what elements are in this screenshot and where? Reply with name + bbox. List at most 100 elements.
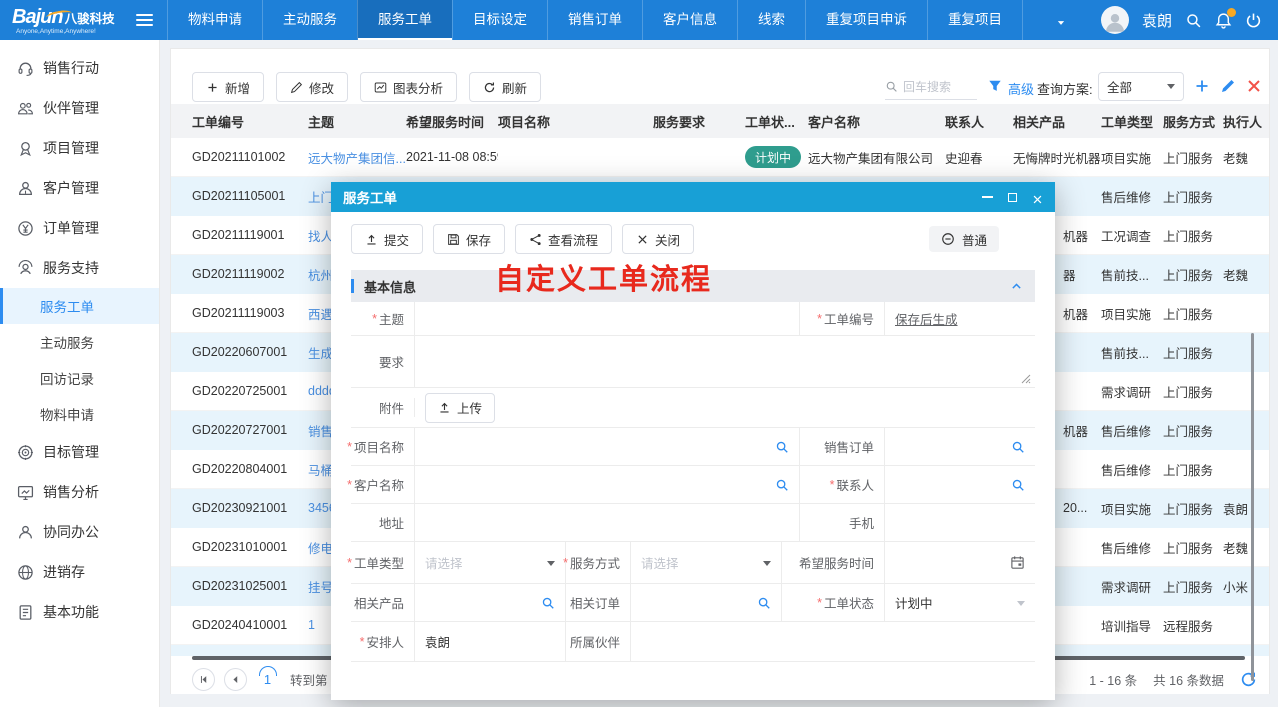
column-header[interactable]: 相关产品 bbox=[1013, 112, 1101, 131]
query-plan-select[interactable]: 全部 bbox=[1098, 72, 1184, 101]
record-range: 1 - 16 条 bbox=[1089, 670, 1137, 689]
order-status-select[interactable]: 计划中 bbox=[885, 584, 1035, 621]
topbar-menu-item[interactable]: 客户信息 bbox=[642, 0, 737, 40]
basic-info-form: *主题 *工单编号 保存后生成 要求 附件 上传 *项目名称 bbox=[351, 302, 1035, 662]
topbar-menu-item[interactable]: 重复项目 bbox=[927, 0, 1023, 40]
add-button[interactable]: 新增 bbox=[192, 72, 264, 102]
mobile-input[interactable] bbox=[885, 504, 1035, 541]
sidebar-item[interactable]: 订单管理 bbox=[0, 208, 159, 248]
calendar-icon[interactable] bbox=[1010, 555, 1025, 570]
column-header[interactable]: 主题 bbox=[308, 112, 406, 131]
first-page-button[interactable] bbox=[192, 668, 215, 691]
topbar-menu-item[interactable]: 物料申请 bbox=[167, 0, 262, 40]
chart-analysis-button[interactable]: 图表分析 bbox=[360, 72, 457, 102]
subject-link[interactable]: 远大物产集团信... bbox=[308, 152, 406, 166]
sidebar-item[interactable]: 协同办公 bbox=[0, 512, 159, 552]
refresh-list-icon[interactable] bbox=[1240, 671, 1257, 688]
column-header[interactable]: 项目名称 bbox=[498, 112, 653, 131]
chevron-down-icon[interactable] bbox=[1056, 15, 1066, 25]
current-page[interactable]: 1 bbox=[256, 668, 279, 691]
prev-page-button[interactable] bbox=[224, 668, 247, 691]
filter-funnel-icon[interactable] bbox=[988, 79, 1002, 93]
magnifier-icon[interactable] bbox=[541, 596, 555, 610]
refresh-button[interactable]: 刷新 bbox=[469, 72, 541, 102]
column-header[interactable]: 工单状... bbox=[745, 112, 808, 131]
submit-button[interactable]: 提交 bbox=[351, 224, 423, 254]
sidebar-item[interactable]: 进销存 bbox=[0, 552, 159, 592]
maximize-icon[interactable] bbox=[1008, 193, 1017, 202]
minimize-icon[interactable] bbox=[982, 196, 993, 198]
search-icon[interactable] bbox=[1185, 12, 1202, 29]
project-input[interactable] bbox=[415, 428, 799, 465]
customer-input[interactable] bbox=[415, 466, 799, 503]
sidebar-item[interactable]: 基本功能 bbox=[0, 592, 159, 632]
contact-input[interactable] bbox=[885, 466, 1035, 503]
sidebar-item[interactable]: 目标管理 bbox=[0, 432, 159, 472]
close-icon[interactable] bbox=[1032, 192, 1043, 203]
sidebar-item[interactable]: 回访记录 bbox=[0, 360, 159, 396]
topbar-menu-item[interactable]: 主动服务 bbox=[262, 0, 357, 40]
sidebar-item[interactable]: 主动服务 bbox=[0, 324, 159, 360]
power-logout-icon[interactable] bbox=[1245, 12, 1262, 29]
topbar-menu-item[interactable]: 目标设定 bbox=[452, 0, 547, 40]
sales-order-input[interactable] bbox=[885, 428, 1035, 465]
magnifier-icon[interactable] bbox=[757, 596, 771, 610]
column-header[interactable]: 工单类型 bbox=[1101, 112, 1163, 131]
related-product-input[interactable] bbox=[415, 584, 565, 621]
sidebar-item[interactable]: 服务支持 bbox=[0, 248, 159, 288]
hamburger-menu-icon[interactable] bbox=[136, 14, 153, 26]
column-header[interactable]: 客户名称 bbox=[808, 112, 945, 131]
sidebar-item[interactable]: 物料申请 bbox=[0, 396, 159, 432]
subject-input[interactable] bbox=[415, 302, 799, 335]
topbar-menu-item[interactable]: 服务工单 bbox=[357, 0, 452, 40]
topbar-menu-item[interactable]: 重复项目申诉 bbox=[805, 0, 927, 40]
query-plan-delete-icon[interactable] bbox=[1246, 78, 1262, 94]
column-header[interactable]: 希望服务时间 bbox=[406, 112, 498, 131]
requirement-textarea[interactable] bbox=[415, 336, 1035, 387]
sidebar-item-label: 服务支持 bbox=[43, 258, 99, 278]
search-input[interactable] bbox=[903, 80, 973, 94]
column-header[interactable]: 服务要求 bbox=[653, 112, 745, 131]
service-method-select[interactable]: 请选择 bbox=[631, 542, 781, 583]
avatar[interactable] bbox=[1101, 6, 1129, 34]
column-header[interactable]: 服务方式 bbox=[1163, 112, 1223, 131]
notification-bell-icon[interactable] bbox=[1215, 12, 1232, 29]
partner-input[interactable] bbox=[631, 622, 1035, 661]
related-order-input[interactable] bbox=[631, 584, 781, 621]
sidebar-item[interactable]: 服务工单 bbox=[0, 288, 159, 324]
upload-button[interactable]: 上传 bbox=[425, 393, 495, 423]
close-button[interactable]: 关闭 bbox=[622, 224, 694, 254]
magnifier-icon[interactable] bbox=[1011, 478, 1025, 492]
column-header[interactable]: 执行人 bbox=[1223, 112, 1275, 131]
topbar-menu-item[interactable]: 线索 bbox=[737, 0, 805, 40]
sidebar-item[interactable]: 销售行动 bbox=[0, 48, 159, 88]
advanced-search-link[interactable]: 高级 bbox=[1008, 79, 1034, 98]
sidebar-item[interactable]: 销售分析 bbox=[0, 472, 159, 512]
brand-logo[interactable]: Bajun 八骏科技 Anyone,Anytime,Anywhere! bbox=[0, 6, 128, 35]
query-plan-edit-icon[interactable] bbox=[1220, 78, 1236, 94]
column-header[interactable]: 工单编号 bbox=[192, 112, 308, 131]
view-flow-button[interactable]: 查看流程 bbox=[515, 224, 612, 254]
order-type-select[interactable]: 请选择 bbox=[415, 542, 565, 583]
subject-link[interactable]: 1 bbox=[308, 618, 315, 632]
chevron-up-icon[interactable] bbox=[1010, 280, 1023, 293]
topbar-menu-item[interactable]: 销售订单 bbox=[547, 0, 642, 40]
magnifier-icon[interactable] bbox=[775, 478, 789, 492]
sidebar-item[interactable]: 伙伴管理 bbox=[0, 88, 159, 128]
save-button[interactable]: 保存 bbox=[433, 224, 505, 254]
user-name[interactable]: 袁朗 bbox=[1142, 10, 1172, 31]
expect-time-input[interactable] bbox=[885, 542, 1035, 583]
modal-titlebar[interactable]: 服务工单 bbox=[331, 182, 1055, 212]
magnifier-icon[interactable] bbox=[1011, 440, 1025, 454]
edit-button[interactable]: 修改 bbox=[276, 72, 348, 102]
sidebar-item[interactable]: 客户管理 bbox=[0, 168, 159, 208]
column-header[interactable]: 联系人 bbox=[945, 112, 1013, 131]
sidebar-item[interactable]: 项目管理 bbox=[0, 128, 159, 168]
address-input[interactable] bbox=[415, 504, 799, 541]
vertical-scrollbar[interactable] bbox=[1251, 333, 1254, 681]
query-plan-add-icon[interactable] bbox=[1194, 78, 1210, 94]
resize-handle-icon[interactable] bbox=[1021, 373, 1031, 383]
table-row[interactable]: GD20211101002远大物产集团信...2021-11-08 08:59计… bbox=[171, 138, 1269, 177]
magnifier-icon[interactable] bbox=[775, 440, 789, 454]
priority-selector[interactable]: 普通 bbox=[929, 226, 999, 252]
